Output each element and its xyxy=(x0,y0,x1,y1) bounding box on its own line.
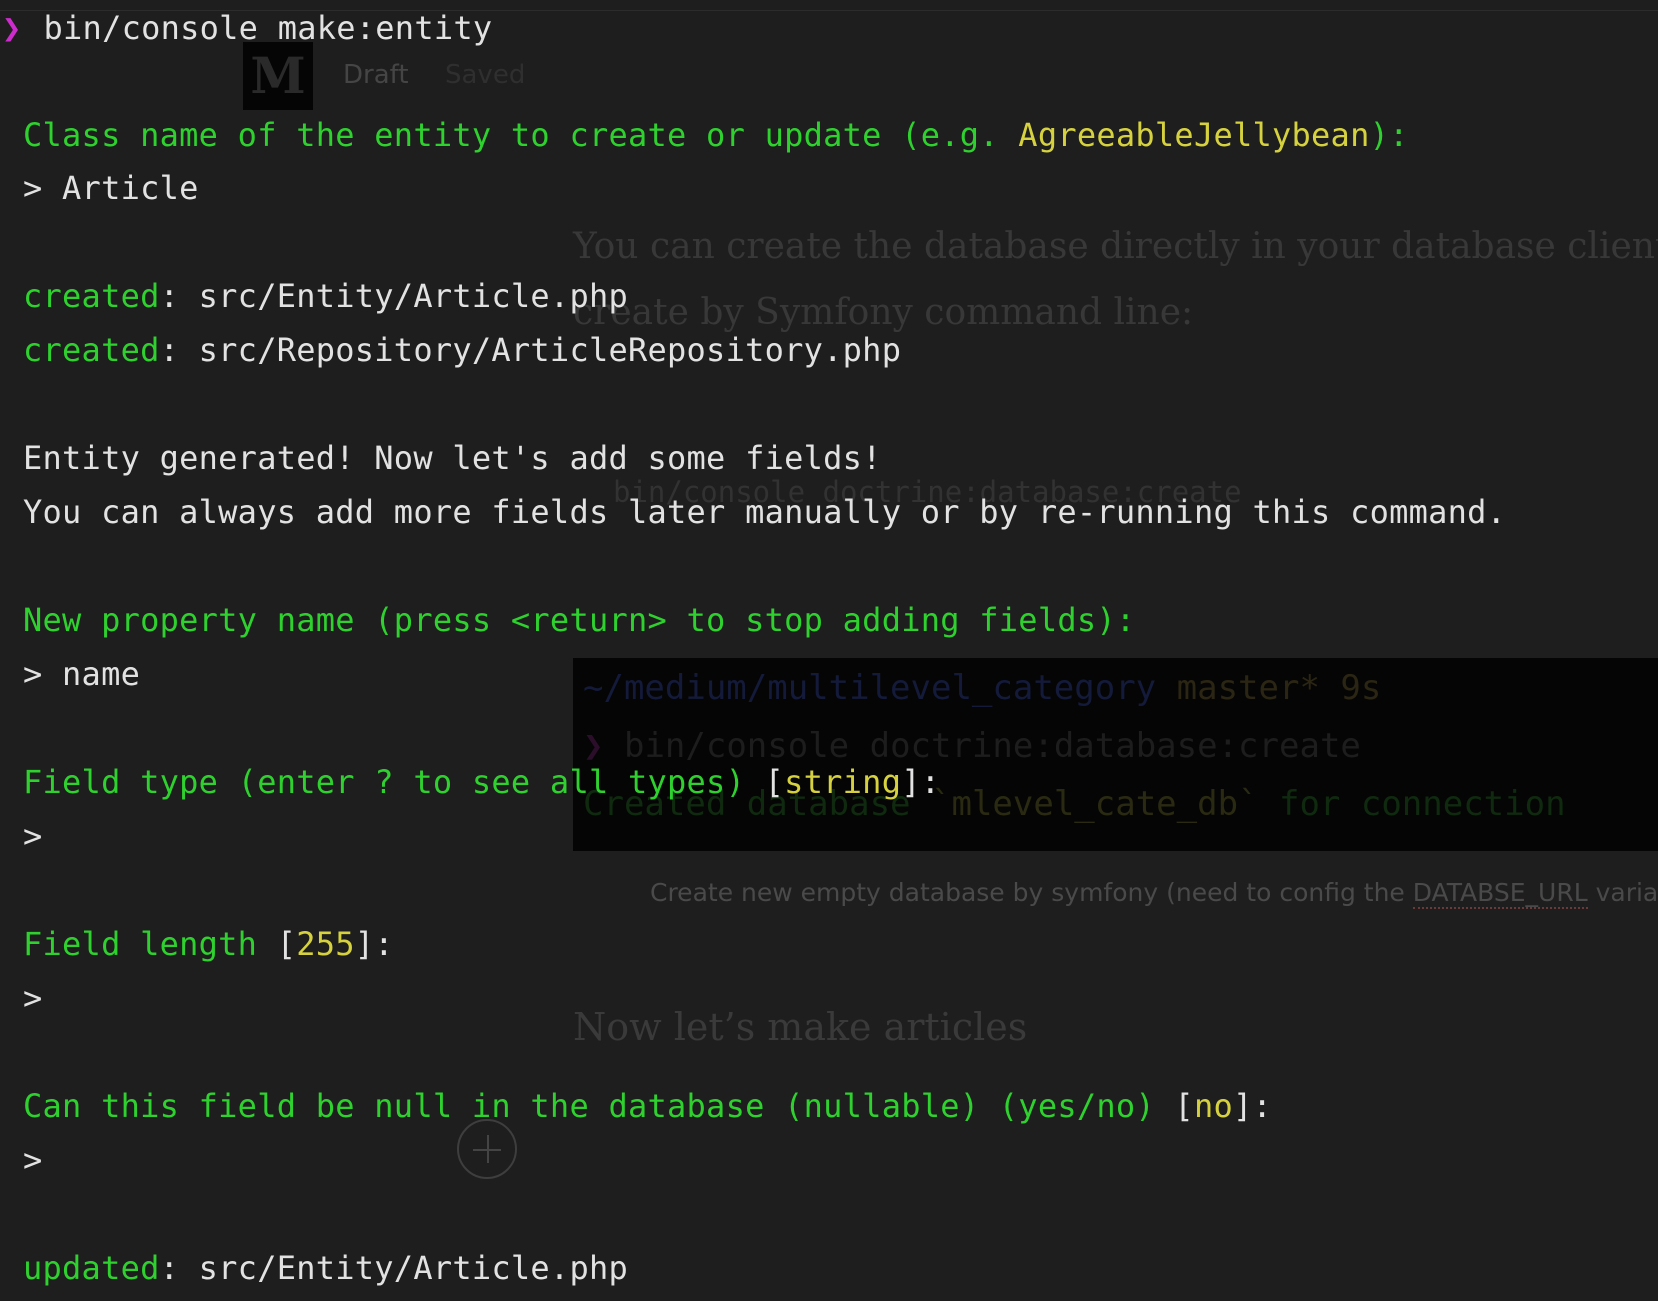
info-line: Entity generated! Now let's add some fie… xyxy=(23,439,882,477)
command-line: ❯ bin/console make:entity xyxy=(2,8,492,48)
command-text: bin/console make:entity xyxy=(43,9,493,47)
class-name-prompt: Class name of the entity to create or up… xyxy=(23,116,1409,154)
field-length-prompt: Field length [255]: xyxy=(23,925,394,963)
field-length-answer: > xyxy=(23,979,43,1017)
created-line: created: src/Entity/Article.php xyxy=(23,277,628,315)
info-line: You can always add more fields later man… xyxy=(23,493,1507,531)
terminal-output[interactable]: ❯ bin/console make:entity Class name of t… xyxy=(0,0,1658,1301)
class-name-answer: > Article xyxy=(23,169,199,207)
nullable-prompt: Can this field be null in the database (… xyxy=(23,1087,1272,1125)
created-line: created: src/Repository/ArticleRepositor… xyxy=(23,331,902,369)
updated-line: updated: src/Entity/Article.php xyxy=(23,1249,628,1287)
field-type-answer: > xyxy=(23,817,43,855)
prompt-chevron-icon: ❯ xyxy=(2,9,22,47)
property-name-answer: > name xyxy=(23,655,141,693)
nullable-answer: > xyxy=(23,1141,43,1179)
field-type-prompt: Field type (enter ? to see all types) [s… xyxy=(23,763,941,801)
property-name-prompt: New property name (press <return> to sto… xyxy=(23,601,1136,639)
